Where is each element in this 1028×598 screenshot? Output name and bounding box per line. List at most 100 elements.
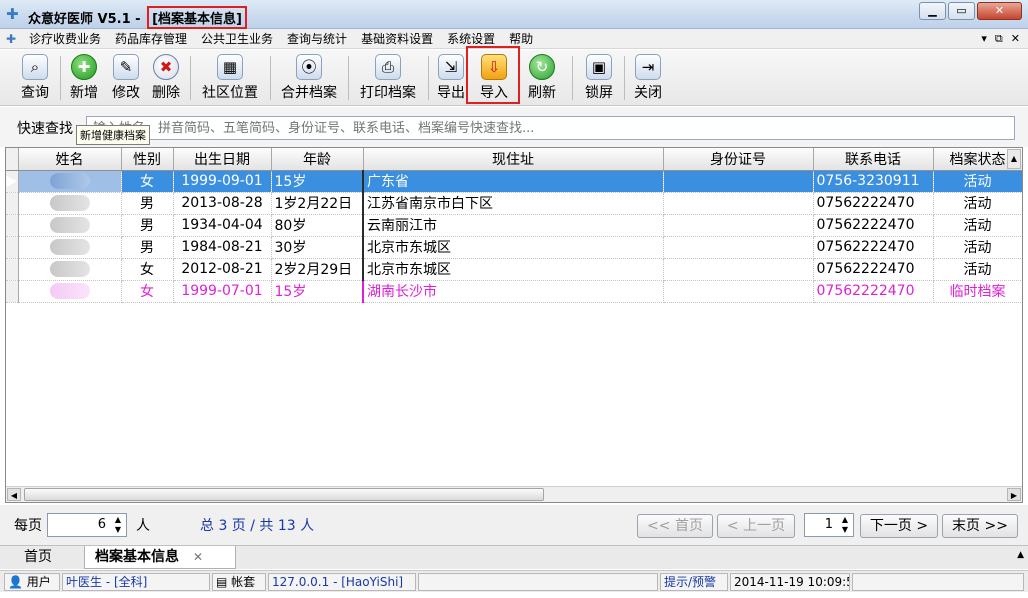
address-cell: 北京市东城区 (362, 236, 664, 259)
birth-cell: 1999-07-01 (173, 280, 272, 303)
address-cell: 云南丽江市 (362, 214, 664, 237)
delete-button[interactable]: ✖ 删除 (146, 53, 186, 105)
col-id-card[interactable]: 身份证号 (663, 148, 814, 171)
gender-cell: 男 (121, 192, 174, 215)
gender-cell: 女 (121, 280, 174, 303)
merge-records-button[interactable]: ⦿ 合并档案 (276, 53, 342, 105)
scroll-right-arrow-icon[interactable]: ▶ (1007, 488, 1021, 501)
col-gender[interactable]: 性别 (121, 148, 174, 171)
phone-cell: 07562222470 (813, 192, 934, 215)
page-summary: 总 3 页 / 共 13 人 (200, 518, 315, 534)
mdi-menu-icon[interactable]: ▾ (981, 32, 987, 46)
search-label: 快速查找 (17, 121, 73, 137)
menu-public-health[interactable]: 公共卫生业务 (194, 30, 280, 47)
next-page-button[interactable]: 下一页 > (860, 514, 938, 538)
tab-records-basic-info[interactable]: 档案基本信息 ✕ (84, 546, 236, 569)
table-row[interactable]: 男 1984-08-21 30岁 北京市东城区 07562222470 活动 (6, 236, 1022, 259)
first-page-button[interactable]: << 首页 (637, 514, 713, 538)
export-button[interactable]: ⇲ 导出 (434, 53, 468, 105)
prev-page-button[interactable]: < 上一页 (717, 514, 795, 538)
minimize-button[interactable]: ▁ (919, 2, 946, 20)
community-location-icon: ▦ (217, 54, 243, 80)
menu-clinic-billing[interactable]: 诊疗收费业务 (22, 30, 108, 47)
add-button[interactable]: ✚ 新增 (64, 53, 104, 105)
idcard-cell (663, 170, 814, 193)
table-row[interactable]: 男 1934-04-04 80岁 云南丽江市 07562222470 活动 (6, 214, 1022, 237)
blurred-name (49, 195, 90, 211)
toolbar: ⌕ 查询 ✚ 新增 ✎ 修改 ✖ 删除 ▦ 社区位置 ⦿ 合并档案 ⎙ 打印档案 ⇲ 导出 ⇩ 导… (0, 46, 1028, 106)
lock-screen-icon: ▣ (586, 54, 612, 80)
scroll-left-arrow-icon[interactable]: ◀ (7, 488, 21, 501)
gender-cell: 女 (121, 258, 174, 281)
horizontal-scroll-thumb[interactable] (24, 488, 544, 501)
refresh-button[interactable]: ↻ 刷新 (522, 53, 562, 105)
close-tab-icon[interactable]: ✕ (193, 550, 203, 564)
app-menu-icon[interactable]: ✚ (0, 32, 22, 46)
tab-scroll-icon[interactable]: ▲ (1017, 550, 1024, 560)
col-birth-date[interactable]: 出生日期 (173, 148, 272, 171)
quick-search-input[interactable] (86, 116, 1015, 140)
current-page-stepper[interactable]: 1 ▲ ▼ (804, 513, 854, 537)
name-cell (18, 170, 122, 193)
col-name[interactable]: 姓名 (18, 148, 122, 171)
name-cell (18, 258, 122, 281)
community-location-button[interactable]: ▦ 社区位置 (196, 53, 264, 105)
maximize-button[interactable]: ▭ (948, 2, 975, 20)
address-cell: 江苏省南京市白下区 (362, 192, 664, 215)
export-icon: ⇲ (438, 54, 464, 80)
menu-pharmacy-inventory[interactable]: 药品库存管理 (108, 30, 194, 47)
menu-query-stats[interactable]: 查询与统计 (280, 30, 354, 47)
table-row[interactable]: 男 2013-08-28 1岁2月22日 江苏省南京市白下区 075622224… (6, 192, 1022, 215)
table-header: 姓名 性别 出生日期 年龄 现住址 身份证号 联系电话 档案状态 (6, 148, 1022, 171)
stepper-arrows-icon[interactable]: ▲ ▼ (112, 515, 124, 535)
table-row[interactable]: ▶ 女 1999-09-01 15岁 广东省 0756-3230911 活动 (6, 170, 1022, 193)
name-cell (18, 236, 122, 259)
horizontal-scrollbar[interactable]: ◀ ▶ (6, 486, 1022, 502)
stepper-arrows-icon[interactable]: ▲ ▼ (839, 515, 851, 535)
col-phone[interactable]: 联系电话 (813, 148, 934, 171)
user-icon: 👤 (8, 575, 23, 589)
idcard-cell (663, 258, 814, 281)
idcard-cell (663, 192, 814, 215)
app-logo-icon: ✚ (6, 5, 19, 23)
table-row[interactable]: 女 1999-07-01 15岁 湖南长沙市 07562222470 临时档案 (6, 280, 1022, 303)
birth-cell: 2012-08-21 (173, 258, 272, 281)
per-page-stepper[interactable]: 6 ▲ ▼ (47, 513, 127, 537)
address-cell: 北京市东城区 (362, 258, 664, 281)
query-button[interactable]: ⌕ 查询 (14, 53, 56, 105)
window-subtitle: [档案基本信息] (147, 6, 247, 29)
col-age[interactable]: 年龄 (271, 148, 364, 171)
age-cell: 15岁 (271, 170, 364, 193)
last-page-button[interactable]: 末页 >> (942, 514, 1018, 538)
menu-help[interactable]: 帮助 (502, 30, 540, 47)
col-address[interactable]: 现住址 (363, 148, 664, 171)
birth-cell: 1984-08-21 (173, 236, 272, 259)
account-info: 127.0.0.1 - [HaoYiShi] (268, 573, 416, 591)
scroll-up-arrow-icon[interactable]: ▲ (1007, 149, 1021, 169)
age-cell: 30岁 (271, 236, 364, 259)
gender-cell: 男 (121, 214, 174, 237)
lock-screen-button[interactable]: ▣ 锁屏 (580, 53, 618, 105)
mdi-restore-icon[interactable]: ⧉ (995, 32, 1003, 46)
tab-home[interactable]: 首页 (14, 546, 62, 569)
merge-icon: ⦿ (296, 54, 322, 80)
menu-system-settings[interactable]: 系统设置 (440, 30, 502, 47)
idcard-cell (663, 214, 814, 237)
status-empty-panel (418, 573, 658, 591)
delete-icon: ✖ (153, 54, 179, 80)
alert-panel[interactable]: 提示/预警 (660, 573, 728, 591)
per-page-unit: 人 (136, 518, 150, 534)
close-window-button[interactable]: ✕ (977, 2, 1022, 20)
print-records-button[interactable]: ⎙ 打印档案 (354, 53, 422, 105)
gender-cell: 男 (121, 236, 174, 259)
name-cell (18, 192, 122, 215)
idcard-cell (663, 280, 814, 303)
table-row[interactable]: 女 2012-08-21 2岁2月29日 北京市东城区 07562222470 … (6, 258, 1022, 281)
menu-basic-settings[interactable]: 基础资料设置 (354, 30, 440, 47)
pager: 每页 6 ▲ ▼ 人 总 3 页 / 共 13 人 << 首页 < 上一页 1 ▲… (0, 505, 1028, 545)
close-module-button[interactable]: ⇥ 关闭 (628, 53, 668, 105)
edit-button[interactable]: ✎ 修改 (106, 53, 146, 105)
mdi-close-icon[interactable]: ✕ (1011, 32, 1020, 46)
edit-icon: ✎ (113, 54, 139, 80)
status-cell: 活动 (933, 236, 1022, 259)
